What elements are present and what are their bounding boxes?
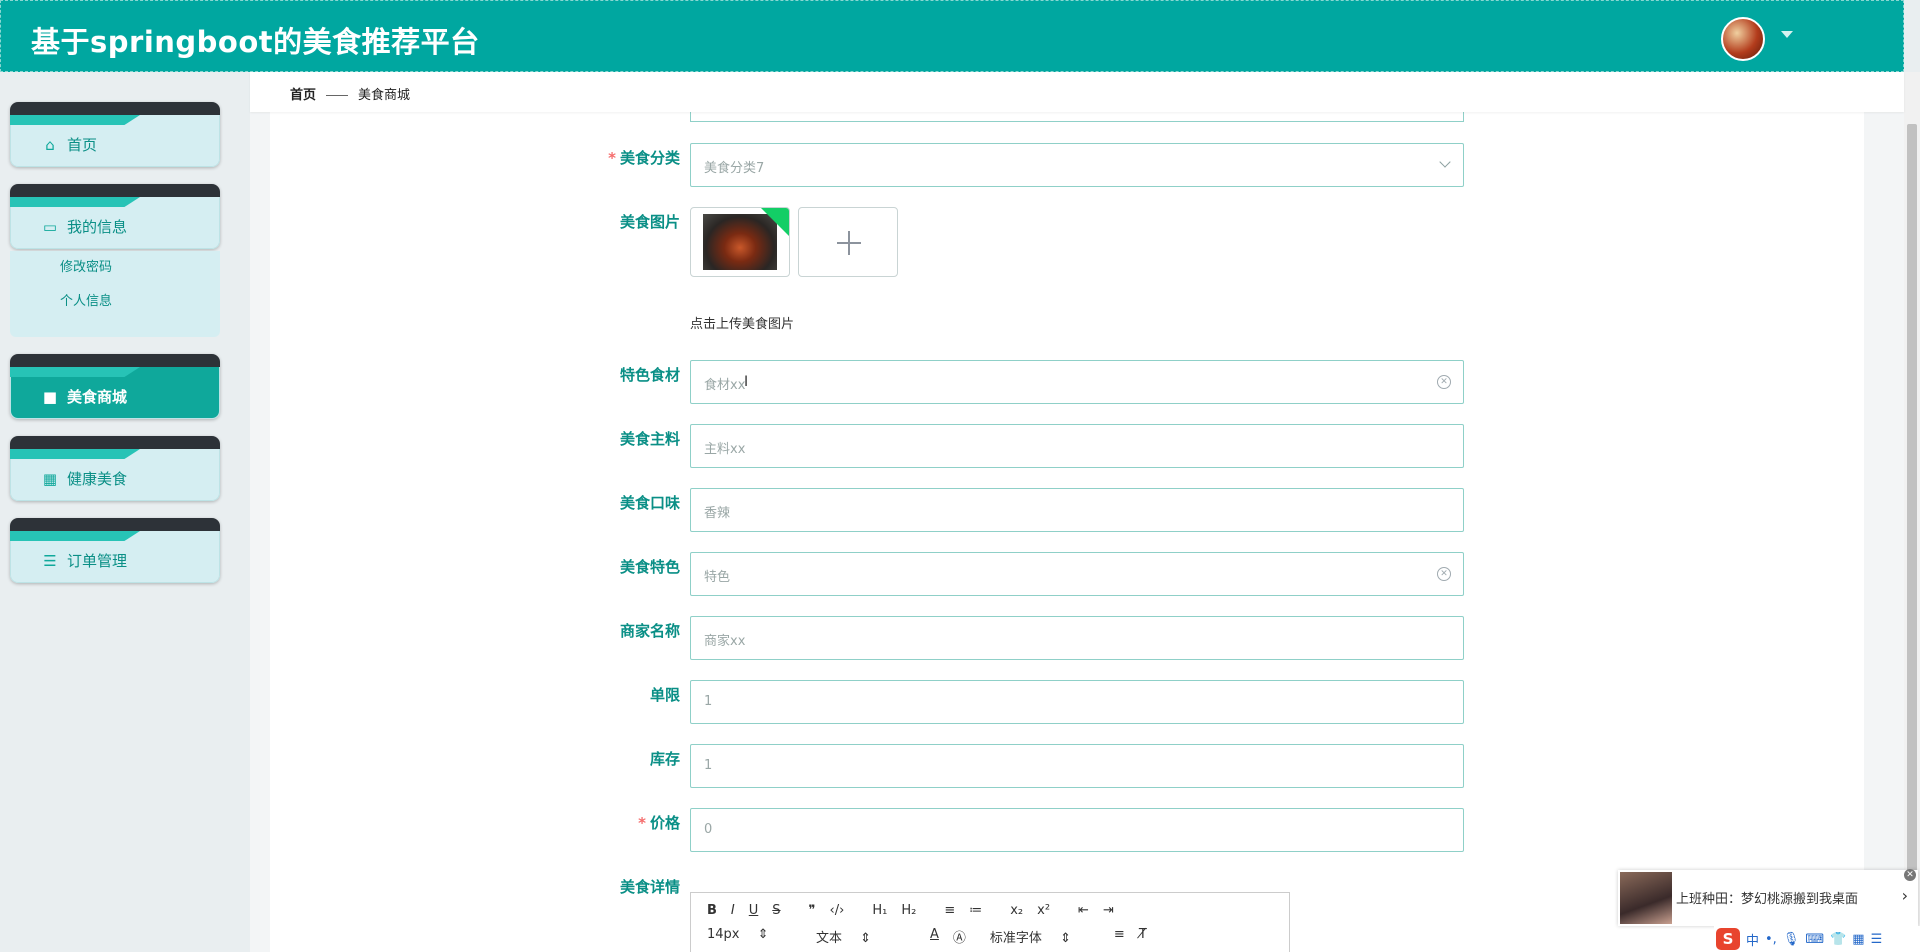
sidebar-submenu: 修改密码 个人信息 bbox=[10, 251, 220, 337]
uploaded-image-thumbnail[interactable] bbox=[690, 207, 790, 277]
ordered-list-button[interactable]: ≡ bbox=[944, 903, 955, 918]
sidebar-subitem-profile[interactable]: 个人信息 bbox=[10, 285, 220, 319]
code-block-button[interactable]: ‹/› bbox=[830, 903, 845, 918]
outdent-button[interactable]: ⇤ bbox=[1078, 903, 1089, 918]
blockquote-button[interactable]: ❞ bbox=[809, 903, 816, 918]
sogou-icon[interactable]: S bbox=[1716, 928, 1740, 950]
font-color-icon[interactable]: A bbox=[930, 927, 939, 946]
punctuation-icon[interactable]: •, bbox=[1765, 932, 1777, 947]
editor-toolbar-2: 14px ⇕ 文本 ⇕ A Ⓐ 标准字体 ⇕ ≡ T̸ bbox=[707, 927, 1161, 946]
taste-input[interactable]: 香辣 bbox=[690, 488, 1464, 532]
category-select[interactable]: 美食分类7 bbox=[690, 143, 1464, 187]
clear-icon[interactable]: ✕ bbox=[1437, 375, 1451, 389]
keyboard-icon[interactable]: ⌨ bbox=[1805, 932, 1824, 947]
bullet-list-button[interactable]: ≔ bbox=[969, 903, 982, 918]
close-icon[interactable]: ✕ bbox=[1904, 869, 1916, 881]
text-cursor-icon: I bbox=[744, 374, 749, 390]
superscript-button[interactable]: x² bbox=[1037, 903, 1050, 918]
home-icon: ⌂ bbox=[45, 135, 55, 154]
menu-icon[interactable]: ☰ bbox=[1871, 932, 1883, 947]
sidebar-item-label: 健康美食 bbox=[67, 470, 128, 488]
font-family-select[interactable]: 标准字体 ⇕ bbox=[990, 927, 1100, 946]
card-icon: ▭ bbox=[42, 217, 58, 236]
field-stock: 库存 1 bbox=[540, 744, 1464, 788]
sidebar-item-label: 美食商城 bbox=[67, 388, 128, 406]
indent-button[interactable]: ⇥ bbox=[1103, 903, 1114, 918]
user-avatar[interactable] bbox=[1721, 17, 1765, 61]
chevron-down-icon[interactable] bbox=[1781, 31, 1793, 38]
underline-button[interactable]: U bbox=[749, 903, 759, 918]
app-header: 基于springboot的美食推荐平台 bbox=[0, 0, 1904, 72]
app-title: 基于springboot的美食推荐平台 bbox=[31, 25, 480, 59]
h2-button[interactable]: H₂ bbox=[901, 903, 916, 918]
chevron-down-icon bbox=[1439, 156, 1451, 168]
h1-button[interactable]: H₁ bbox=[872, 903, 887, 918]
main-ingredient-input[interactable]: 主料xx bbox=[690, 424, 1464, 468]
clear-format-icon[interactable]: T̸ bbox=[1139, 927, 1147, 946]
paragraph-select[interactable]: 文本 ⇕ bbox=[816, 927, 916, 946]
sidebar-item-orders[interactable]: ☰ 订单管理 bbox=[10, 518, 220, 583]
upload-image-button[interactable] bbox=[798, 207, 898, 277]
ime-mode[interactable]: 中 bbox=[1746, 930, 1759, 949]
merchant-input[interactable]: 商家xx bbox=[690, 616, 1464, 660]
field-price: * 价格 0 bbox=[540, 808, 1464, 852]
field-main-ingredient: 美食主料 主料xx bbox=[540, 424, 1464, 468]
notification-popup[interactable]: 上班种田：梦幻桃源搬到我桌面 › bbox=[1618, 870, 1918, 926]
monitor-icon: ■ bbox=[42, 387, 58, 406]
upload-success-badge bbox=[761, 208, 789, 236]
ime-tray: S 中 •, 🎙 ⌨ 👕 ▦ ☰ bbox=[1714, 926, 1920, 952]
grid-icon: ▦ bbox=[42, 469, 58, 488]
stock-input[interactable]: 1 bbox=[690, 744, 1464, 788]
background-color-icon[interactable]: Ⓐ bbox=[953, 927, 966, 946]
sidebar-subitem-change-password[interactable]: 修改密码 bbox=[10, 251, 220, 285]
notification-text: 上班种田：梦幻桃源搬到我桌面 bbox=[1676, 892, 1859, 907]
sidebar-item-my-info[interactable]: ▭ 我的信息 bbox=[10, 184, 220, 249]
field-ingredient: 特色食材 食材xx ✕ bbox=[540, 360, 1464, 404]
breadcrumb-home[interactable]: 首页 bbox=[290, 88, 316, 103]
bold-button[interactable]: B bbox=[707, 903, 717, 918]
sidebar-item-food-mall[interactable]: ■ 美食商城 bbox=[10, 354, 220, 419]
field-merchant: 商家名称 商家xx bbox=[540, 616, 1464, 660]
scrollbar[interactable] bbox=[1904, 72, 1920, 952]
ingredient-input[interactable]: 食材xx ✕ bbox=[690, 360, 1464, 404]
skin-icon[interactable]: 👕 bbox=[1830, 932, 1846, 947]
italic-button[interactable]: I bbox=[731, 903, 735, 918]
clear-icon[interactable]: ✕ bbox=[1437, 567, 1451, 581]
subscript-button[interactable]: x₂ bbox=[1010, 903, 1023, 918]
sidebar-item-label: 首页 bbox=[67, 136, 98, 154]
breadcrumb-current: 美食商城 bbox=[358, 88, 411, 103]
limit-input[interactable]: 1 bbox=[690, 680, 1464, 724]
toolbox-icon[interactable]: ▦ bbox=[1852, 932, 1864, 947]
align-icon[interactable]: ≡ bbox=[1114, 927, 1125, 946]
microphone-icon[interactable]: 🎙 bbox=[1783, 932, 1800, 947]
scrollbar-thumb[interactable] bbox=[1907, 124, 1917, 944]
feature-input[interactable]: 特色 ✕ bbox=[690, 552, 1464, 596]
list-icon: ☰ bbox=[43, 551, 57, 570]
field-feature: 美食特色 特色 ✕ bbox=[540, 552, 1464, 596]
strike-button[interactable]: S bbox=[772, 903, 780, 918]
field-category: * 美食分类 美食分类7 bbox=[540, 143, 1464, 187]
chevron-right-icon[interactable]: › bbox=[1902, 886, 1908, 905]
notification-image bbox=[1620, 872, 1672, 924]
rich-text-editor[interactable]: B I U S ❞ ‹/› H₁ H₂ ≡ ≔ x₂ x² ⇤ ⇥ 14px ⇕… bbox=[690, 892, 1290, 952]
sidebar-item-healthy-food[interactable]: ▦ 健康美食 bbox=[10, 436, 220, 501]
upload-tip: 点击上传美食图片 bbox=[690, 317, 795, 332]
previous-field[interactable] bbox=[690, 112, 1464, 122]
editor-toolbar: B I U S ❞ ‹/› H₁ H₂ ≡ ≔ x₂ x² ⇤ ⇥ bbox=[707, 903, 1128, 918]
sidebar-item-label: 订单管理 bbox=[67, 552, 128, 570]
price-input[interactable]: 0 bbox=[690, 808, 1464, 852]
sidebar-item-home[interactable]: ⌂ 首页 bbox=[10, 102, 220, 167]
breadcrumb: 首页 美食商城 bbox=[250, 72, 1904, 112]
field-taste: 美食口味 香辣 bbox=[540, 488, 1464, 532]
field-limit: 单限 1 bbox=[540, 680, 1464, 724]
field-image: 美食图片 bbox=[619, 213, 680, 231]
sidebar-item-label: 我的信息 bbox=[67, 218, 128, 236]
font-size-select[interactable]: 14px ⇕ bbox=[707, 927, 802, 946]
